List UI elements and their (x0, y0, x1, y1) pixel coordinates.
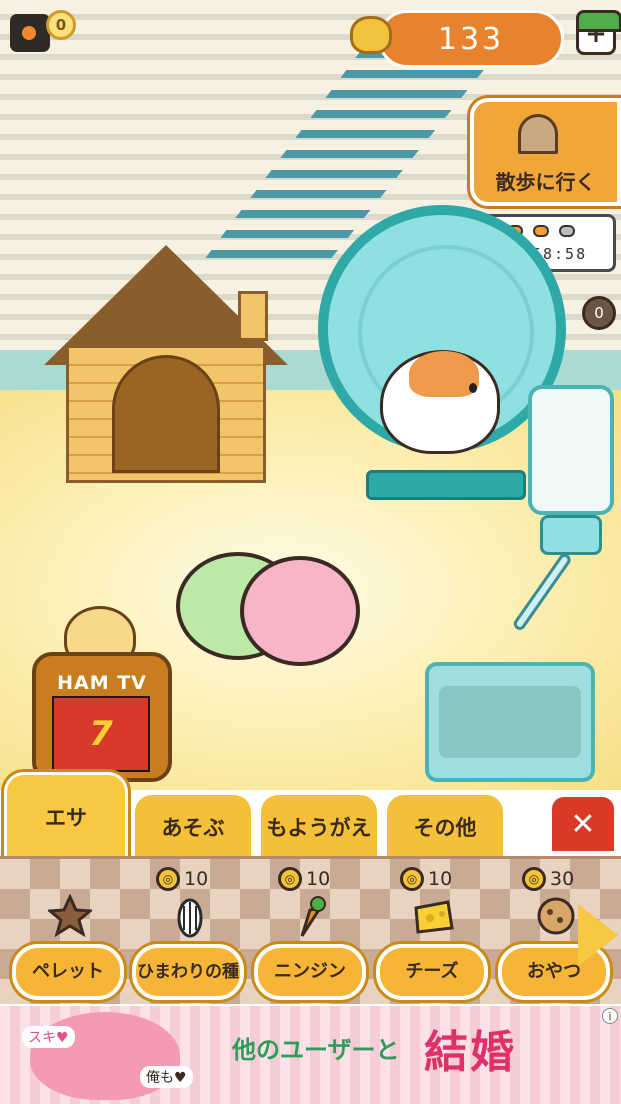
coin-icon: ◎ (522, 867, 546, 891)
food-item-sunflower[interactable]: ◎ 10 ひまわりの種 (128, 866, 248, 1002)
add-coins-button[interactable]: + (576, 10, 621, 55)
stamina-dot (533, 225, 549, 237)
pellet-icon (48, 894, 92, 938)
food-button-carrot[interactable]: ニンジン (254, 944, 366, 1000)
food-cost: ◎ 30 (522, 866, 574, 892)
food-cost-value: 10 (428, 868, 453, 890)
food-cost-value: 10 (306, 868, 331, 890)
food-cost: ◎ 10 (400, 866, 452, 892)
acorn-count-badge[interactable]: 0 (582, 296, 616, 330)
carrot-icon (300, 896, 326, 937)
sand-bath[interactable] (425, 662, 595, 782)
house-door (112, 355, 220, 473)
food-cost: ◎ 10 (156, 866, 208, 892)
stamina-dot (559, 225, 575, 237)
ad-tag-me-too: 俺も♥ (140, 1066, 193, 1088)
food-cost-value: 10 (184, 868, 209, 890)
ad-info-icon[interactable]: i (602, 1008, 618, 1024)
walk-button[interactable]: 散歩に行く (470, 98, 621, 206)
wheel-stand (366, 470, 526, 500)
tab-decorate[interactable]: もようがえ (258, 792, 380, 858)
food-button-sunflower[interactable]: ひまわりの種 (132, 944, 244, 1000)
tab-food[interactable]: エサ (4, 772, 128, 858)
pink-cushion[interactable] (240, 556, 360, 666)
ad-text: 他のユーザーと (232, 1036, 400, 1064)
cookie-icon (537, 897, 575, 935)
food-button-pellet[interactable]: ペレット (12, 944, 124, 1000)
cheese-icon (414, 900, 454, 934)
ad-headline: 結婚 (424, 1027, 516, 1078)
close-icon: ✕ (570, 806, 596, 842)
food-item-cheese[interactable]: ◎ 10 チーズ (372, 866, 492, 1002)
coin-icon: ◎ (156, 867, 180, 891)
ham-tv-label: HAM TV (57, 672, 147, 694)
coin-icon: ◎ (400, 867, 424, 891)
hamster[interactable] (380, 350, 500, 454)
camera-coin-badge: 0 (46, 10, 76, 40)
camera-icon[interactable] (10, 14, 50, 52)
game-scene: 0 133 + 散歩に行く 01:58:58 0 HAM TV 7 (0, 0, 621, 790)
door-icon (518, 114, 558, 154)
tab-play[interactable]: あそぶ (132, 792, 254, 858)
hamster-house[interactable] (44, 245, 288, 487)
coin-icon: ◎ (278, 867, 302, 891)
food-item-carrot[interactable]: ◎ 10 ニンジン (250, 866, 370, 1002)
water-bottle[interactable] (528, 385, 614, 515)
house-chimney (238, 291, 268, 341)
food-button-cheese[interactable]: チーズ (376, 944, 488, 1000)
food-cost: ◎ 10 (278, 866, 330, 892)
coin-counter: 133 (378, 10, 564, 68)
food-item-pellet[interactable]: ペレット (8, 866, 128, 1002)
plus-icon: + (585, 19, 607, 49)
food-cost-value: 30 (550, 868, 575, 890)
ham-tv-screen: 7 (52, 696, 150, 772)
close-panel-button[interactable]: ✕ (548, 793, 618, 855)
bottle-cap (540, 515, 602, 555)
ad-tag-like: スキ♥ (22, 1026, 75, 1048)
walk-button-label: 散歩に行く (495, 170, 596, 194)
tab-other[interactable]: その他 (384, 792, 506, 858)
coin-bag-icon (350, 16, 392, 54)
sunflower-seed-icon (177, 898, 203, 938)
